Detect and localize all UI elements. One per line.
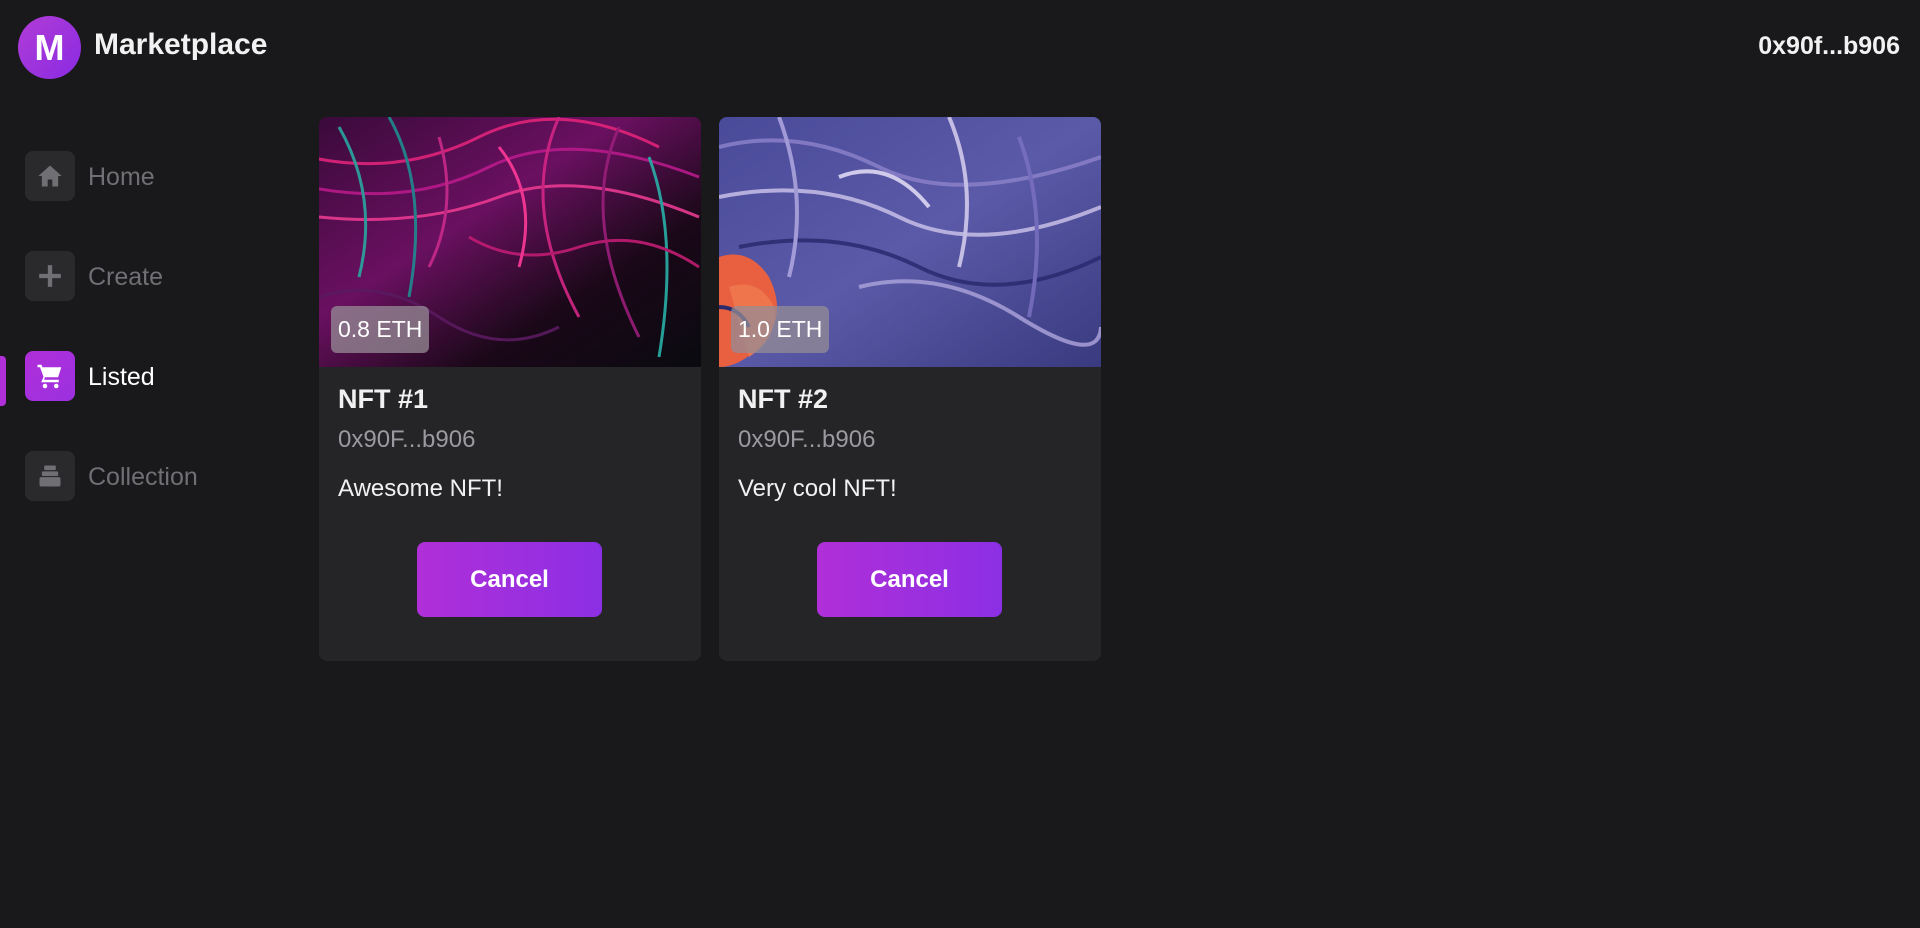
nft-image: 0.8 ETH [319, 117, 701, 367]
nft-card[interactable]: 0.8 ETH NFT #1 0x90F...b906 Awesome NFT!… [319, 117, 701, 661]
active-indicator [0, 356, 6, 406]
sidebar-item-listed[interactable]: Listed [0, 346, 290, 406]
nft-owner-address: 0x90F...b906 [738, 426, 876, 453]
nft-description: Awesome NFT! [338, 475, 503, 502]
logo-letter: M [34, 26, 65, 68]
sidebar-item-label: Create [88, 263, 164, 291]
nft-owner-address: 0x90F...b906 [338, 426, 476, 453]
nft-card[interactable]: 1.0 ETH NFT #2 0x90F...b906 Very cool NF… [719, 117, 1101, 661]
price-badge: 0.8 ETH [331, 306, 430, 353]
plus-icon [25, 251, 75, 301]
cart-icon [25, 351, 75, 401]
sidebar-item-home[interactable]: Home [0, 146, 290, 206]
sidebar-item-collection[interactable]: Collection [0, 446, 290, 506]
nft-name: NFT #2 [738, 384, 829, 414]
sidebar-item-label: Collection [88, 463, 198, 491]
app-root: M Marketplace 0x90f...b906 Home Create L… [0, 0, 1920, 928]
sidebar-item-label: Home [88, 163, 155, 191]
sidebar-item-label: Listed [88, 363, 155, 391]
top-header: M Marketplace 0x90f...b906 [0, 0, 1920, 96]
nft-description: Very cool NFT! [738, 475, 897, 502]
app-title: Marketplace [94, 28, 268, 61]
cancel-listing-button[interactable]: Cancel [817, 542, 1002, 617]
price-badge: 1.0 ETH [731, 306, 830, 353]
sidebar-item-create[interactable]: Create [0, 246, 290, 306]
nft-image: 1.0 ETH [719, 117, 1101, 367]
app-logo[interactable]: M [18, 16, 81, 79]
cancel-listing-button[interactable]: Cancel [417, 542, 602, 617]
active-indicator [0, 256, 6, 306]
home-icon [25, 151, 75, 201]
nft-name: NFT #1 [338, 384, 429, 414]
wallet-address-button[interactable]: 0x90f...b906 [1758, 32, 1900, 61]
sidebar: Home Create Listed Collection [0, 96, 300, 928]
active-indicator [0, 156, 6, 206]
stack-icon [25, 451, 75, 501]
active-indicator [0, 456, 6, 506]
